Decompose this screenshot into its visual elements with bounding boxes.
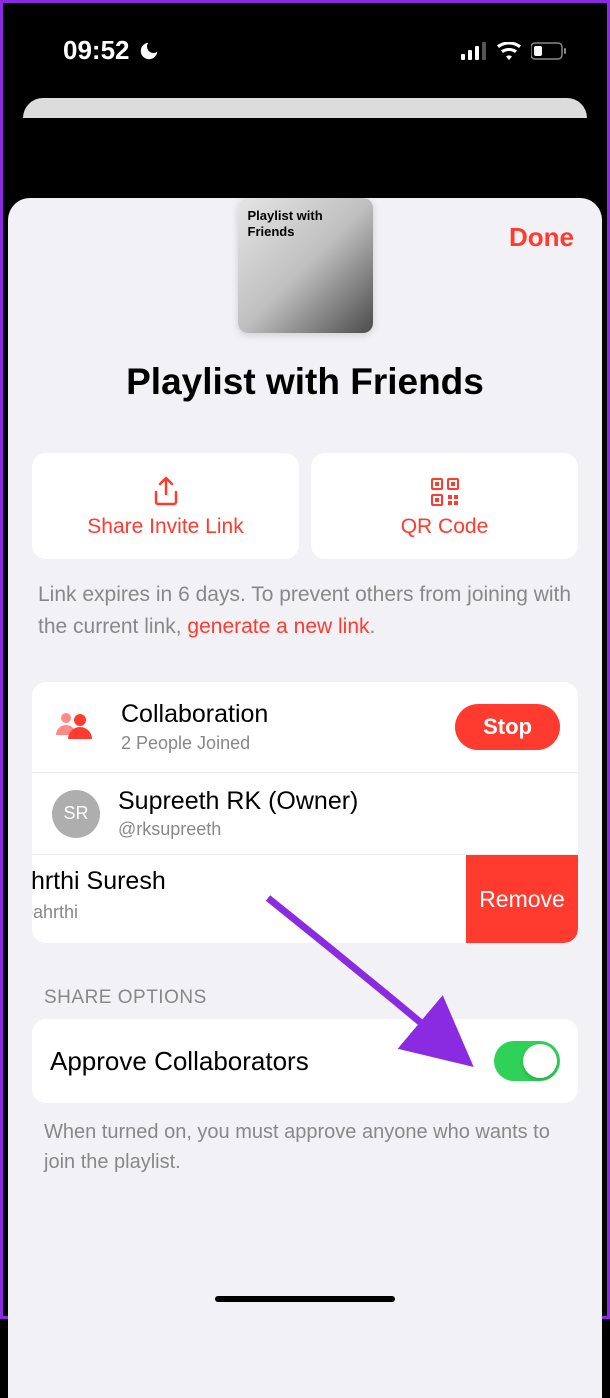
owner-name: Supreeth RK (Owner) [118, 787, 358, 816]
share-invite-button[interactable]: Share Invite Link [32, 453, 299, 559]
cellular-icon [461, 42, 487, 60]
member-name: ıhrthi Suresh [32, 867, 466, 896]
owner-handle: @rksupreeth [118, 819, 358, 840]
share-icon [152, 476, 180, 508]
status-time-group: 09:52 [63, 35, 160, 66]
qr-code-label: QR Code [321, 515, 568, 539]
generate-new-link[interactable]: generate a new link [187, 615, 369, 638]
qr-code-button[interactable]: QR Code [311, 453, 578, 559]
approve-collaborators-row: Approve Collaborators [32, 1019, 578, 1103]
status-time: 09:52 [63, 35, 130, 66]
stop-button[interactable]: Stop [455, 704, 560, 750]
sheet-background-peek [23, 98, 587, 118]
remove-button[interactable]: Remove [466, 855, 578, 943]
member-handle: ɔahrthi [32, 902, 466, 923]
link-expire-text: Link expires in 6 days. To prevent other… [32, 579, 578, 642]
status-bar: 09:52 [3, 3, 607, 98]
owner-info: Supreeth RK (Owner) @rksupreeth [118, 787, 358, 840]
collab-title: Collaboration [121, 700, 455, 729]
owner-avatar: SR [52, 790, 100, 838]
done-button[interactable]: Done [509, 222, 574, 253]
battery-icon [531, 42, 567, 60]
member-swipe-row[interactable]: ıhrthi Suresh ɔahrthi Remove [32, 855, 578, 943]
approve-subtitle: When turned on, you must approve anyone … [44, 1117, 566, 1177]
collaboration-card: Collaboration 2 People Joined Stop SR Su… [32, 682, 578, 943]
cover-label: Playlist with Friends [248, 208, 363, 239]
modal-sheet: Done Playlist with Friends Playlist with… [8, 198, 602, 1398]
playlist-title: Playlist with Friends [32, 361, 578, 403]
qr-icon [431, 478, 459, 506]
wifi-icon [497, 42, 521, 60]
share-invite-label: Share Invite Link [42, 515, 289, 539]
moon-icon [138, 40, 160, 62]
member-info: ıhrthi Suresh ɔahrthi [32, 855, 466, 943]
approve-toggle[interactable] [494, 1041, 560, 1081]
home-indicator[interactable] [215, 1296, 395, 1302]
status-icons [461, 42, 567, 60]
share-options-header: SHARE OPTIONS [44, 987, 578, 1009]
playlist-cover: Playlist with Friends [238, 198, 373, 333]
expire-text-b: . [370, 615, 376, 638]
people-icon [52, 711, 97, 744]
collab-header-row: Collaboration 2 People Joined Stop [32, 682, 578, 773]
toggle-knob [523, 1044, 557, 1078]
collab-info: Collaboration 2 People Joined [121, 700, 455, 754]
share-actions: Share Invite Link QR Code [32, 453, 578, 559]
collab-subtitle: 2 People Joined [121, 733, 455, 754]
owner-row[interactable]: SR Supreeth RK (Owner) @rksupreeth [32, 773, 578, 855]
approve-label: Approve Collaborators [50, 1046, 309, 1077]
